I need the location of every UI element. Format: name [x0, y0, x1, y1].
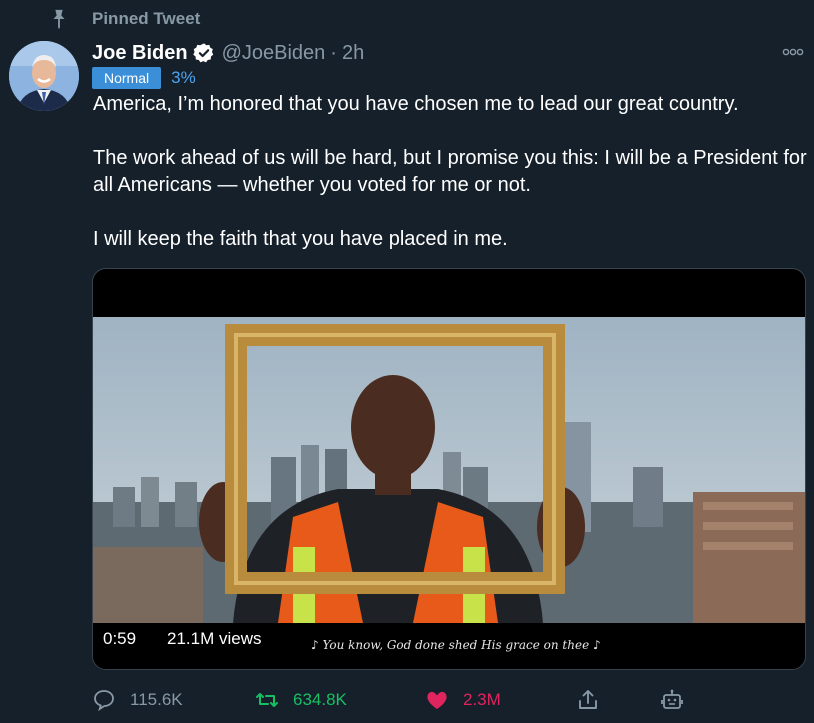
bot-detector-button[interactable] — [660, 684, 684, 716]
tweet-text: America, I’m honored that you have chose… — [93, 91, 813, 280]
retweet-button[interactable]: 634.8K — [255, 684, 347, 716]
heart-icon — [427, 691, 447, 709]
reply-count: 115.6K — [130, 690, 183, 709]
tweet-paragraph: I will keep the faith that you have plac… — [93, 228, 508, 250]
more-options-icon[interactable] — [782, 46, 804, 58]
header-separator: · — [330, 41, 337, 64]
author-handle[interactable]: @JoeBiden — [222, 42, 326, 65]
avatar[interactable] — [9, 41, 79, 111]
video-duration: 0:59 — [103, 629, 137, 648]
sentiment-row: Normal 3% — [92, 67, 196, 89]
reply-icon — [94, 690, 114, 712]
reply-button[interactable]: 115.6K — [92, 684, 183, 716]
pinned-label: Pinned Tweet — [92, 9, 201, 28]
verified-badge-icon — [192, 43, 213, 63]
video-frame[interactable] — [93, 317, 805, 623]
video-caption: ♪ You know, God done shed His grace on t… — [311, 638, 601, 652]
share-button[interactable] — [576, 684, 600, 716]
video-views: 21.1M views — [167, 629, 262, 648]
tweet-paragraph: America, I’m honored that you have chose… — [93, 93, 739, 115]
sentiment-percent: 3% — [171, 68, 196, 87]
tweet-paragraph: The work ahead of us will be hard, but I… — [93, 147, 807, 196]
like-button[interactable]: 2.3M — [425, 684, 501, 716]
tweet-header: Joe Biden @JoeBiden · 2h — [92, 39, 364, 67]
retweet-icon — [256, 693, 278, 707]
tweet-actions: 115.6K 634.8K 2.3M — [92, 684, 804, 716]
tweet-timestamp[interactable]: 2h — [342, 42, 364, 65]
video-player[interactable]: 0:59 21.1M views ♪ You know, God done sh… — [92, 268, 806, 670]
author-name[interactable]: Joe Biden — [92, 42, 188, 65]
robot-icon — [661, 689, 683, 709]
sentiment-badge: Normal — [92, 67, 162, 89]
retweet-count: 634.8K — [293, 690, 347, 709]
like-count: 2.3M — [463, 690, 501, 709]
pin-icon — [53, 9, 65, 30]
share-icon — [579, 690, 597, 709]
